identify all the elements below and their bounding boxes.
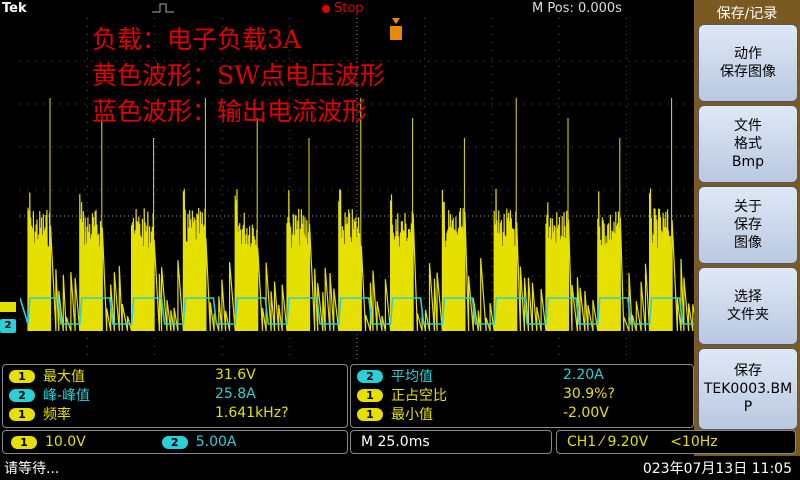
ch2-ground-marker: 2 [0,319,16,333]
measurement-row: 1 最小值 [357,405,433,423]
save-file-button[interactable]: 保存 TEK0003.BM P [698,348,798,430]
brand-label: Tek [2,1,27,16]
measurement-value: 30.9%? [563,386,615,402]
measurement-name: 最小值 [391,407,433,423]
button-line: P [743,399,753,415]
action-save-image-button[interactable]: 动作 保存图像 [698,24,798,102]
ch1-chip: 1 [357,388,383,402]
measurement-row: 1 正占空比 [357,386,447,404]
measurements-panel-left: 1 最大值 31.6V 2 峰-峰值 25.8A 1 频率 1.641kHz? [2,364,348,428]
measurement-value: 31.6V [215,367,256,383]
annotation-line-2: 黄色波形：SW点电压波形 [92,61,385,90]
button-line: 保存 [734,363,762,379]
run-state-label: Stop [334,1,364,16]
timebase-readout[interactable]: M 25.0ms [350,430,552,454]
measurement-value: 2.20A [563,367,604,383]
ch1-scale: 10.0V [45,434,86,450]
timebase-value: M 25.0ms [361,434,430,450]
annotation-line-1: 负载：电子负载3A [92,25,301,54]
measurement-name: 正占空比 [391,388,447,404]
ch1-chip: 1 [357,407,383,421]
button-line: 格式 [734,136,762,152]
measurement-name: 频率 [43,407,71,423]
trigger-t-marker [390,26,402,40]
file-format-button[interactable]: 文件 格式 Bmp [698,105,798,183]
measurement-row: 2 峰-峰值 [9,386,90,404]
select-folder-button[interactable]: 选择 文件夹 [698,267,798,345]
trigger-level: CH1 ⁄ 9.20V [567,434,649,450]
m-pos-readout: M Pos: 0.000s [532,1,622,16]
button-line: 选择 [734,289,762,305]
about-save-image-button[interactable]: 关于 保存 图像 [698,186,798,264]
measurement-row: 2 平均值 [357,367,433,385]
measurements-panel-right: 2 平均值 2.20A 1 正占空比 30.9%? 1 最小值 -2.00V [350,364,694,428]
button-line: 保存 [734,217,762,233]
button-line: 图像 [734,235,762,251]
button-line: Bmp [731,154,765,170]
ch2-chip: 2 [161,435,188,449]
measurement-name: 峰-峰值 [43,388,91,404]
measurement-value: -2.00V [563,405,609,421]
ch1-chip: 1 [9,407,35,421]
channel-scale-bar[interactable]: 1 10.0V 2 5.00A [2,430,348,454]
measurement-row: 1 频率 [9,405,71,423]
annotation-line-3: 蓝色波形：输出电流波形 [92,97,368,126]
button-line: 文件 [734,118,762,134]
measurement-row: 1 最大值 [9,367,85,385]
measurement-name: 平均值 [391,369,433,385]
message-bar: 请等待... 023年07月13日 11:05 [0,456,800,480]
measurement-value: 1.641kHz? [215,405,289,421]
status-message: 请等待... [4,461,60,477]
side-menu-title: 保存/记录 [716,6,778,22]
button-line: 关于 [734,199,762,215]
scope-display: 负载：电子负载3A 黄色波形：SW点电压波形 蓝色波形：输出电流波形 [20,18,694,362]
ch2-chip: 2 [9,388,35,402]
trigger-frequency: <10Hz [670,434,718,450]
button-line: 动作 [734,46,762,62]
stop-indicator-icon [322,4,330,13]
ch2-scale: 5.00A [195,434,237,450]
ch1-chip: 1 [11,435,37,449]
button-line: TEK0003.BM [703,381,793,397]
measurement-value: 25.8A [215,386,256,402]
measurement-name: 最大值 [43,369,85,385]
button-line: 文件夹 [727,307,769,323]
trigger-position-marker [392,18,400,24]
ch1-chip: 1 [9,369,35,383]
ch2-chip: 2 [357,369,383,383]
ch1-ground-marker [0,302,16,312]
run-state: Stop [322,1,364,16]
trigger-pulse-icon [152,3,174,13]
trigger-readout[interactable]: CH1 ⁄ 9.20V <10Hz [556,430,796,454]
button-line: 保存图像 [720,64,776,80]
top-bar: Tek Stop M Pos: 0.000s [0,0,694,18]
date-time: 023年07月13日 11:05 [642,461,792,477]
